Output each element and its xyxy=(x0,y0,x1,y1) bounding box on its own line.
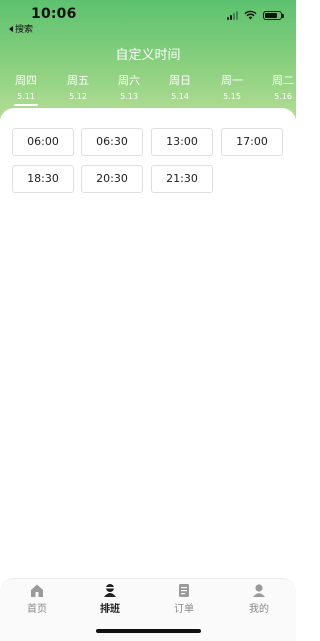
day-tab-date: 5.13 xyxy=(120,92,138,101)
tab-orders[interactable]: 订单 xyxy=(159,583,209,615)
day-tabs: 周四 5.11 周五 5.12 周六 5.13 周日 5.14 周一 5.15 … xyxy=(0,74,296,106)
order-icon xyxy=(179,584,189,597)
tab-home[interactable]: 首页 xyxy=(12,583,62,615)
status-time: 10:06 xyxy=(31,6,77,22)
day-tab[interactable]: 周六 5.13 xyxy=(109,74,149,103)
time-slot-button[interactable]: 13:00 xyxy=(151,128,213,156)
day-tab-weekday: 周五 xyxy=(67,74,89,87)
back-arrow-icon xyxy=(9,25,13,32)
day-tab[interactable]: 周二 5.16 xyxy=(263,74,303,103)
day-tab-weekday: 周四 xyxy=(15,74,37,87)
page-title: 自定义时间 xyxy=(115,48,181,63)
back-to-search-link[interactable]: 搜索 xyxy=(9,22,33,35)
tab-profile-label: 我的 xyxy=(249,604,269,615)
time-slot-button[interactable]: 06:00 xyxy=(12,128,74,156)
selected-day-indicator xyxy=(14,104,38,106)
time-slot-button[interactable]: 20:30 xyxy=(81,165,143,193)
home-icon xyxy=(31,584,43,597)
tab-orders-label: 订单 xyxy=(174,604,194,615)
battery-icon xyxy=(263,10,284,20)
schedule-icon xyxy=(104,584,116,597)
header: 10:06 搜索 自定义时间 周四 5.11 周五 5.12 周六 5.13 周… xyxy=(0,0,296,120)
day-tab-weekday: 周日 xyxy=(169,74,191,87)
time-slot-button[interactable]: 06:30 xyxy=(81,128,143,156)
day-tab[interactable]: 周一 5.15 xyxy=(212,74,252,103)
status-icons xyxy=(227,10,284,20)
tab-profile[interactable]: 我的 xyxy=(234,583,284,615)
home-indicator xyxy=(96,629,201,633)
profile-icon xyxy=(253,584,265,597)
time-slot-button[interactable]: 21:30 xyxy=(151,165,213,193)
day-tab-weekday: 周六 xyxy=(118,74,140,87)
day-tab[interactable]: 周五 5.12 xyxy=(58,74,98,103)
day-tab-date: 5.16 xyxy=(274,92,292,101)
day-tab[interactable]: 周日 5.14 xyxy=(160,74,200,103)
time-slot-button[interactable]: 17:00 xyxy=(221,128,283,156)
day-tab-date: 5.12 xyxy=(69,92,87,101)
day-tab-weekday: 周一 xyxy=(221,74,243,87)
back-link-label: 搜索 xyxy=(15,25,34,35)
tab-home-label: 首页 xyxy=(27,604,47,615)
day-tab[interactable]: 周四 5.11 xyxy=(6,74,46,106)
tab-schedule[interactable]: 排班 xyxy=(85,583,135,615)
tab-schedule-label: 排班 xyxy=(100,604,120,615)
cellular-signal-icon xyxy=(227,10,238,20)
time-slot-panel: 06:00 06:30 13:00 17:00 18:30 20:30 21:3… xyxy=(0,108,296,578)
day-tab-date: 5.14 xyxy=(171,92,189,101)
day-tab-date: 5.15 xyxy=(223,92,241,101)
day-tab-weekday: 周二 xyxy=(272,74,294,87)
day-tab-date: 5.11 xyxy=(17,92,35,101)
wifi-icon xyxy=(244,10,257,20)
time-slot-button[interactable]: 18:30 xyxy=(12,165,74,193)
status-bar: 10:06 搜索 xyxy=(0,0,296,35)
